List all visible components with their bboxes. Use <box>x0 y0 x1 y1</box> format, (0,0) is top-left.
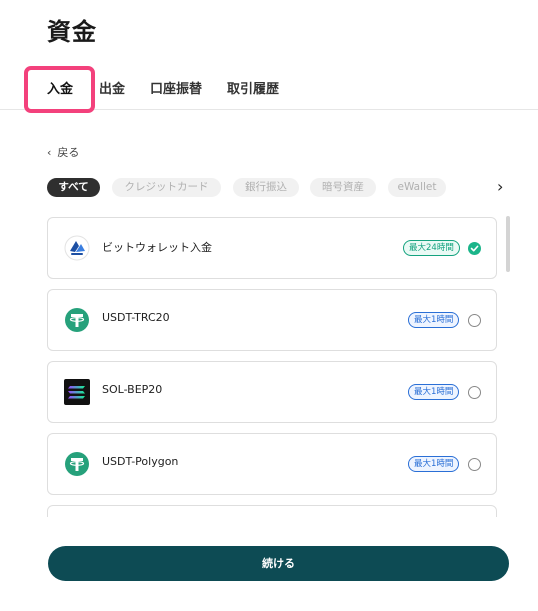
method-label: USDT-TRC20 <box>102 311 170 324</box>
method-card-sol-bep20[interactable]: SOL-BEP20 最大1時間 <box>47 361 497 423</box>
chip-bank-transfer[interactable]: 銀行振込 <box>233 178 299 197</box>
method-list: ビットウォレット入金 最大24時間 USDT-TRC20 最大1時間 SOL-B… <box>47 217 497 517</box>
tab-deposit[interactable]: 入金 <box>47 78 73 97</box>
method-card-partial[interactable] <box>47 505 497 517</box>
back-link[interactable]: ‹ 戻る <box>47 144 79 160</box>
method-card-usdt-trc20[interactable]: USDT-TRC20 最大1時間 <box>47 289 497 351</box>
status-badge: 最大24時間 <box>403 240 460 256</box>
status-badge: 最大1時間 <box>408 456 460 472</box>
radio-button[interactable] <box>468 458 481 471</box>
tab-bar: 入金 出金 口座振替 取引履歴 <box>0 66 538 113</box>
chip-crypto[interactable]: 暗号資産 <box>310 178 376 197</box>
method-label: SOL-BEP20 <box>102 383 163 396</box>
bitwallet-icon <box>64 235 90 261</box>
solana-icon <box>64 379 90 405</box>
chevron-left-icon: ‹ <box>47 146 52 159</box>
tether-icon <box>65 452 89 476</box>
back-label: 戻る <box>57 146 80 159</box>
method-card-bitwallet[interactable]: ビットウォレット入金 最大24時間 <box>47 217 497 279</box>
method-card-usdt-polygon[interactable]: USDT-Polygon 最大1時間 <box>47 433 497 495</box>
method-label: USDT-Polygon <box>102 455 179 468</box>
radio-selected[interactable] <box>468 242 481 255</box>
radio-button[interactable] <box>468 386 481 399</box>
check-icon <box>470 245 479 252</box>
chevron-right-icon[interactable]: › <box>497 178 503 196</box>
page-title: 資金 <box>47 18 97 46</box>
radio-button[interactable] <box>468 314 481 327</box>
chip-ewallet[interactable]: eWallet <box>388 178 446 197</box>
tab-withdraw[interactable]: 出金 <box>99 78 125 97</box>
chip-all[interactable]: すべて <box>47 178 100 197</box>
scrollbar[interactable] <box>506 216 510 272</box>
continue-button[interactable]: 続ける <box>48 546 509 581</box>
status-badge: 最大1時間 <box>408 312 460 328</box>
chip-credit-card[interactable]: クレジットカード <box>112 178 221 197</box>
method-label: ビットウォレット入金 <box>102 241 212 254</box>
tab-history[interactable]: 取引履歴 <box>227 78 279 97</box>
tether-icon <box>65 308 89 332</box>
status-badge: 最大1時間 <box>408 384 460 400</box>
tab-transfer[interactable]: 口座振替 <box>150 78 202 97</box>
